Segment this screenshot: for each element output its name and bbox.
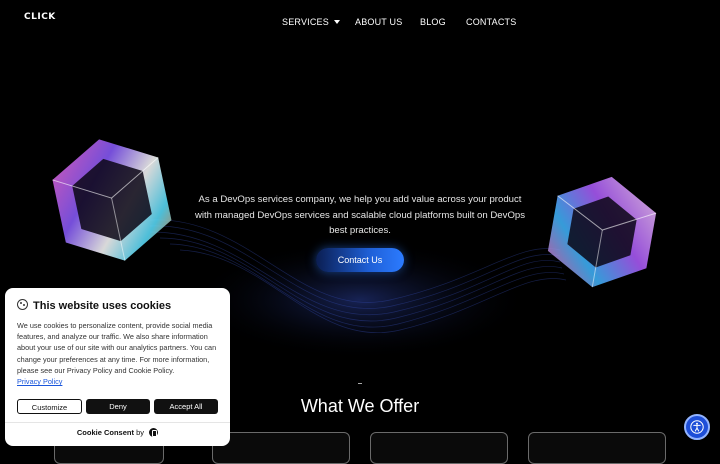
nav-item-contacts[interactable]: CONTACTS [466, 17, 516, 27]
cookie-consent-banner: This website uses cookies We use cookies… [5, 288, 230, 446]
cookie-banner-title: This website uses cookies [17, 299, 171, 312]
customize-button[interactable]: Customize [17, 399, 82, 414]
deny-button[interactable]: Deny [86, 399, 150, 414]
nav-item-services[interactable]: SERVICES [282, 17, 340, 27]
cookie-banner-divider [5, 422, 230, 423]
nav-item-label: SERVICES [282, 17, 329, 27]
glass-cube-right [547, 176, 657, 288]
accept-all-button[interactable]: Accept All [154, 399, 218, 414]
cookie-footer-by: by [136, 428, 144, 437]
nav-item-label: CONTACTS [466, 17, 517, 27]
cookie-consent-brand: Cookie Consent [76, 428, 134, 437]
section-divider [358, 383, 362, 384]
offer-card[interactable] [370, 432, 508, 464]
main-nav: SERVICES ABOUT US BLOG CONTACTS [0, 17, 720, 31]
chevron-down-icon [333, 19, 340, 24]
glass-cube-left [52, 139, 172, 261]
privacy-policy-link[interactable]: Privacy Policy [17, 377, 62, 386]
hero-description: As a DevOps services company, we help yo… [194, 194, 526, 236]
accessibility-button[interactable] [684, 414, 710, 440]
cookie-icon [17, 299, 28, 310]
contact-us-button[interactable]: Contact Us [316, 248, 404, 272]
cookie-banner-title-text: This website uses cookies [33, 300, 172, 312]
nav-item-about-us[interactable]: ABOUT US [355, 17, 402, 27]
cookieyes-logo-icon[interactable] [149, 428, 159, 437]
cookie-banner-text: We use cookies to personalize content, p… [17, 321, 217, 375]
offer-card[interactable] [212, 432, 350, 464]
cookie-banner-footer: Cookie Consent by [5, 428, 230, 437]
accessibility-icon [690, 420, 704, 434]
nav-item-blog[interactable]: BLOG [420, 17, 446, 27]
cookie-banner-body: We use cookies to personalize content, p… [17, 320, 222, 387]
nav-item-label: ABOUT US [355, 17, 403, 27]
offer-card[interactable] [528, 432, 666, 464]
site-header: CLICK SERVICES ABOUT US BLOG CONTACTS [0, 0, 720, 46]
nav-item-label: BLOG [420, 17, 446, 27]
